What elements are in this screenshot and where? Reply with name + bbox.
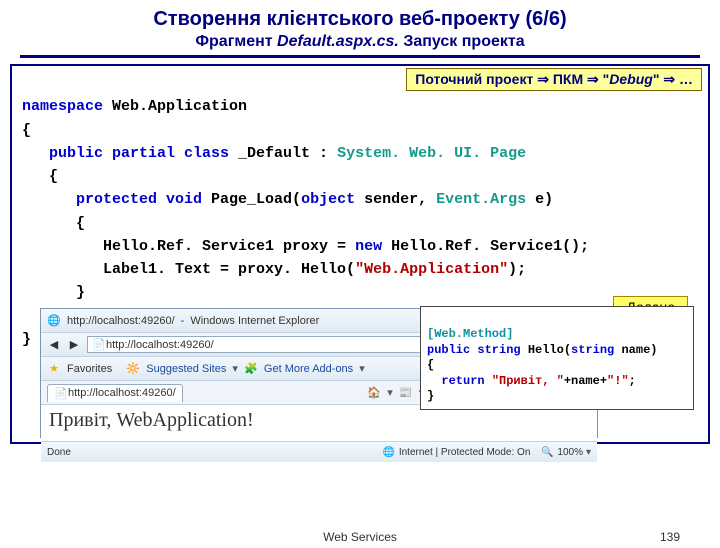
back-icon[interactable]: ◀ — [47, 338, 61, 352]
home-icon[interactable]: 🏠 — [367, 386, 381, 400]
zoom-icon[interactable]: 🔍 — [540, 445, 554, 459]
title-app: Windows Internet Explorer — [190, 315, 319, 327]
footer: Web Services 139 — [0, 530, 720, 544]
snippet-box: [Web.Method] public string Hello(string … — [420, 306, 694, 410]
star-icon[interactable]: ★ — [47, 362, 61, 376]
status-zoom: 🔍100%▾ — [540, 445, 591, 459]
address-bar[interactable]: 📄 http://localhost:49260/ — [87, 336, 467, 353]
feed-icon[interactable]: 📰 — [399, 386, 413, 400]
tab-page-icon: 📄 — [54, 386, 68, 400]
addon-icon[interactable]: 🧩 — [244, 362, 258, 376]
status-mode: 🌐Internet | Protected Mode: On — [382, 445, 531, 459]
suggest-icon[interactable]: 🔆 — [126, 362, 140, 376]
slide-title: Створення клієнтського веб-проекту (6/6)… — [20, 8, 700, 51]
title-sub: Фрагмент Default.aspx.cs. Запуск проекта — [20, 33, 700, 51]
title-main: Створення клієнтського веб-проекту (6/6) — [20, 8, 700, 31]
status-done: Done — [47, 447, 71, 458]
page-icon: 📄 — [92, 338, 106, 352]
forward-icon[interactable]: ▶ — [67, 338, 81, 352]
globe-icon: 🌐 — [382, 445, 396, 459]
browser-content: Привіт, WebApplication! — [41, 405, 597, 441]
hint-box: Поточний проект ⇒ ПКМ ⇒ "Debug" ⇒ … — [406, 68, 702, 91]
footer-center: Web Services — [0, 530, 720, 544]
title-rule — [20, 55, 700, 58]
favorites-label[interactable]: Favorites — [67, 363, 112, 375]
suggested-sites[interactable]: Suggested Sites — [146, 363, 226, 375]
content-box: Поточний проект ⇒ ПКМ ⇒ "Debug" ⇒ … name… — [10, 64, 710, 444]
title-url: http://localhost:49260/ — [67, 315, 175, 327]
browser-tab[interactable]: 📄 http://localhost:49260/ — [47, 384, 183, 402]
browser-statusbar: Done 🌐Internet | Protected Mode: On 🔍100… — [41, 441, 597, 462]
get-addons[interactable]: Get More Add-ons — [264, 363, 353, 375]
ie-icon: 🌐 — [47, 314, 61, 328]
